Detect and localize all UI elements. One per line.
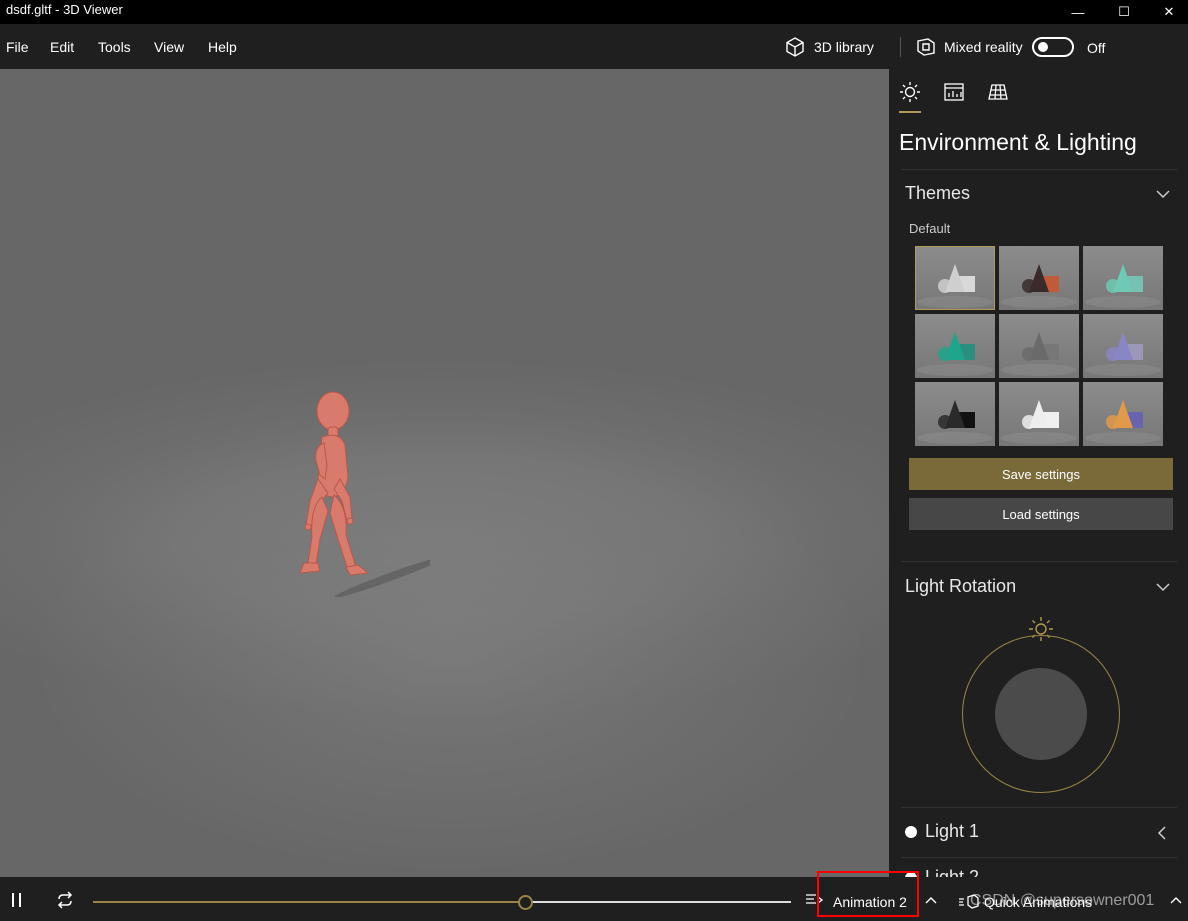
chevron-down-icon[interactable] <box>1156 189 1170 199</box>
panel-title: Environment & Lighting <box>899 129 1137 155</box>
menu-bar: File Edit Tools View Help 3D library Mix… <box>0 24 1188 69</box>
3d-viewport[interactable] <box>0 69 889 877</box>
theme-preview-shapes <box>917 264 993 308</box>
theme-thumbnail[interactable] <box>999 314 1079 378</box>
menu-help[interactable]: Help <box>208 39 237 55</box>
3d-library-button[interactable]: 3D library <box>784 35 874 59</box>
light-1-label: Light 1 <box>925 821 980 841</box>
tab-environment[interactable] <box>899 81 921 113</box>
theme-preview-shapes <box>1085 264 1161 308</box>
mixed-reality-label: Mixed reality <box>944 39 1023 55</box>
theme-preview-shapes <box>917 332 993 376</box>
divider <box>901 561 1177 562</box>
title-bar: dsdf.gltf - 3D Viewer — ☐ ✕ <box>0 0 1188 24</box>
divider <box>901 807 1177 808</box>
3d-library-label: 3D library <box>814 39 874 55</box>
chevron-up-icon[interactable] <box>925 896 937 904</box>
menu-edit[interactable]: Edit <box>50 39 74 55</box>
grid-icon <box>988 84 1008 100</box>
theme-preview-shapes <box>1085 332 1161 376</box>
window-title: dsdf.gltf - 3D Viewer <box>6 2 123 17</box>
tab-stats[interactable] <box>943 81 965 111</box>
save-settings-button[interactable]: Save settings <box>909 458 1173 490</box>
pause-icon[interactable] <box>10 892 24 908</box>
menu-file[interactable]: File <box>6 39 29 55</box>
menu-view[interactable]: View <box>154 39 184 55</box>
theme-thumbnail[interactable] <box>1083 246 1163 310</box>
timeline-scrubber[interactable] <box>517 895 533 910</box>
theme-preview-shapes <box>1001 264 1077 308</box>
menu-tools[interactable]: Tools <box>98 39 131 55</box>
load-settings-button[interactable]: Load settings <box>909 498 1173 530</box>
theme-thumbnail[interactable] <box>915 246 995 310</box>
menu-separator <box>900 37 901 57</box>
theme-preview-shapes <box>917 400 993 444</box>
themes-heading[interactable]: Themes <box>905 183 970 204</box>
watermark-text: CSDN @supersowner001 <box>970 892 1155 909</box>
floor-glow <box>40 449 860 869</box>
loop-icon[interactable] <box>55 891 75 909</box>
light-sphere <box>995 668 1087 760</box>
toggle-state-label: Off <box>1087 40 1106 56</box>
mixed-reality-toggle[interactable] <box>1032 37 1074 57</box>
theme-thumbnail[interactable] <box>999 246 1079 310</box>
chevron-left-icon[interactable] <box>1157 826 1167 840</box>
panel-tabs <box>899 81 1009 113</box>
tab-grid[interactable] <box>987 81 1009 111</box>
light-rotation-heading[interactable]: Light Rotation <box>905 576 1016 597</box>
theme-thumbnail[interactable] <box>999 382 1079 446</box>
chevron-up-icon[interactable] <box>1170 896 1182 904</box>
theme-preview-shapes <box>1085 400 1161 444</box>
mixed-reality-button[interactable]: Mixed reality <box>915 35 1023 59</box>
theme-selected-label: Default <box>909 221 951 236</box>
maximize-button[interactable]: ☐ <box>1101 0 1147 24</box>
divider <box>901 857 1177 858</box>
mixed-reality-icon <box>917 38 935 56</box>
chevron-down-icon[interactable] <box>1156 582 1170 592</box>
theme-grid <box>915 246 1163 446</box>
divider <box>901 169 1177 170</box>
theme-preview-shapes <box>1001 332 1077 376</box>
timeline-remaining <box>525 901 791 903</box>
light-2-label: Light 2 <box>925 867 980 877</box>
minimize-button[interactable]: — <box>1055 0 1101 24</box>
theme-preview-shapes <box>1001 400 1077 444</box>
mannequin-model[interactable] <box>270 387 430 597</box>
theme-thumbnail[interactable] <box>1083 382 1163 446</box>
highlight-box <box>817 871 919 917</box>
toggle-knob <box>1038 42 1048 52</box>
theme-thumbnail[interactable] <box>915 314 995 378</box>
light-rotation-dial[interactable] <box>962 635 1120 793</box>
cube-icon <box>786 37 804 57</box>
light-1-row[interactable]: Light 1 <box>905 821 979 842</box>
environment-panel: Environment & Lighting Themes Default Sa… <box>889 69 1188 877</box>
playback-bar: Animation 2 Quick Animations CSDN @super… <box>0 877 1188 921</box>
theme-thumbnail[interactable] <box>1083 314 1163 378</box>
sun-icon <box>900 82 920 102</box>
close-button[interactable]: ✕ <box>1146 0 1188 24</box>
theme-thumbnail[interactable] <box>915 382 995 446</box>
stats-icon <box>944 83 964 101</box>
light-1-dot <box>905 825 917 838</box>
